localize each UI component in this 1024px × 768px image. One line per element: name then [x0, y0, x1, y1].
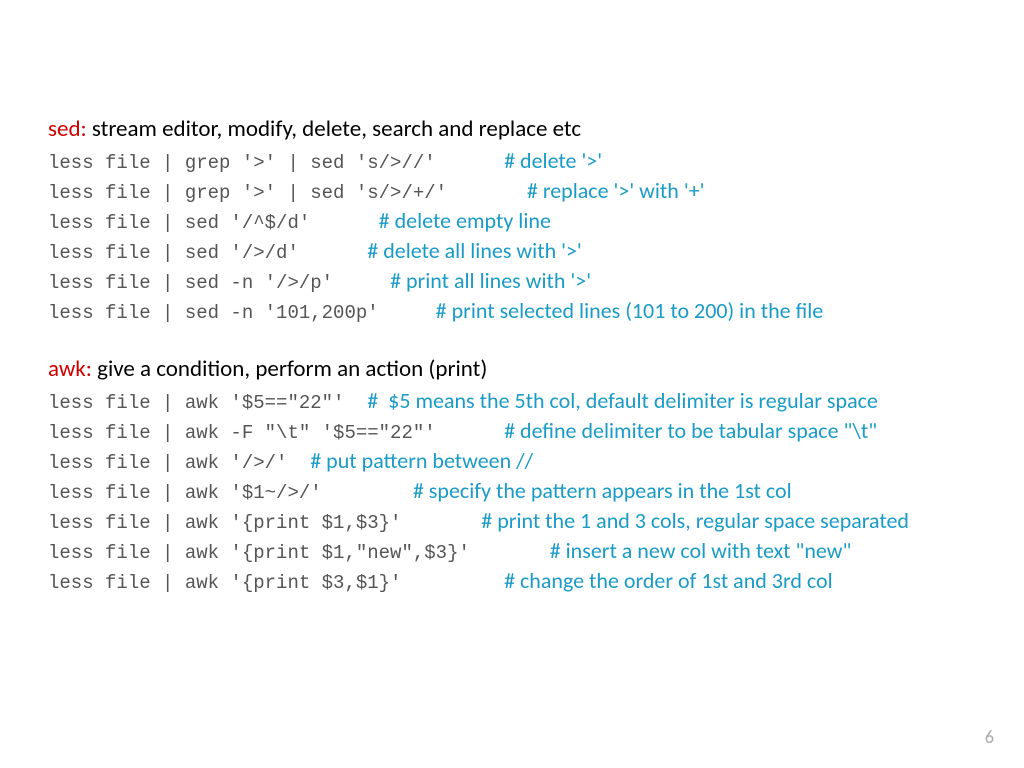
awk-line: less file | awk '$1~/>/' # specify the p…	[48, 477, 976, 504]
awk-comment: # change the order of 1st and 3rd col	[504, 567, 833, 594]
awk-code: less file | awk '$5=="22"'	[48, 392, 367, 414]
sed-code: less file | sed '/>/d'	[48, 242, 367, 264]
sed-code: less file | sed -n '101,200p'	[48, 302, 436, 324]
awk-comment: # define delimiter to be tabular space "…	[504, 417, 877, 444]
awk-comment: # put pattern between //	[310, 447, 533, 474]
sed-code: less file | grep '>' | sed 's/>//'	[48, 152, 504, 174]
sed-comment: # delete empty line	[379, 207, 551, 234]
sed-line: less file | sed '/^$/d' # delete empty l…	[48, 207, 976, 234]
awk-code: less file | awk '{print $3,$1}'	[48, 572, 504, 594]
awk-line: less file | awk '{print $1,$3}' # print …	[48, 507, 976, 534]
sed-comment: # print all lines with '>'	[390, 267, 591, 294]
sed-comment: # replace '>' with '+'	[527, 177, 705, 204]
sed-code: less file | sed -n '/>/p'	[48, 272, 390, 294]
awk-code: less file | awk '{print $1,$3}'	[48, 512, 481, 534]
slide-content: sed: stream editor, modify, delete, sear…	[0, 0, 1024, 594]
sed-heading: sed: stream editor, modify, delete, sear…	[48, 115, 976, 143]
sed-line: less file | sed -n '/>/p' # print all li…	[48, 267, 976, 294]
sed-lines: less file | grep '>' | sed 's/>//' # del…	[48, 147, 976, 324]
sed-code: less file | grep '>' | sed 's/>/+/'	[48, 182, 527, 204]
awk-code: less file | awk -F "\t" '$5=="22"'	[48, 422, 504, 444]
sed-line: less file | grep '>' | sed 's/>//' # del…	[48, 147, 976, 174]
awk-comment: # specify the pattern appears in the 1st…	[413, 477, 792, 504]
awk-heading: awk: give a condition, perform an action…	[48, 355, 976, 383]
awk-code: less file | awk '$1~/>/'	[48, 482, 413, 504]
awk-comment: # insert a new col with text "new"	[550, 537, 852, 564]
sed-line: less file | grep '>' | sed 's/>/+/' # re…	[48, 177, 976, 204]
sed-code: less file | sed '/^$/d'	[48, 212, 379, 234]
awk-line: less file | awk -F "\t" '$5=="22"' # def…	[48, 417, 976, 444]
section-gap	[48, 327, 976, 355]
page-number: 6	[985, 726, 994, 748]
awk-comment: # print the 1 and 3 cols, regular space …	[481, 507, 909, 534]
awk-code: less file | awk '{print $1,"new",$3}'	[48, 542, 550, 564]
awk-line: less file | awk '{print $3,$1}' # change…	[48, 567, 976, 594]
sed-description: stream editor, modify, delete, search an…	[87, 115, 581, 143]
awk-lines: less file | awk '$5=="22"' # $5 means th…	[48, 387, 976, 594]
sed-line: less file | sed -n '101,200p' # print se…	[48, 297, 976, 324]
sed-line: less file | sed '/>/d' # delete all line…	[48, 237, 976, 264]
awk-line: less file | awk '$5=="22"' # $5 means th…	[48, 387, 976, 414]
sed-comment: # delete all lines with '>'	[367, 237, 582, 264]
awk-comment: # $5 means the 5th col, default delimite…	[367, 387, 878, 414]
awk-command-name: awk:	[48, 355, 92, 383]
awk-code: less file | awk '/>/'	[48, 452, 310, 474]
awk-description: give a condition, perform an action (pri…	[92, 355, 487, 383]
sed-comment: # print selected lines (101 to 200) in t…	[436, 297, 824, 324]
sed-comment: # delete '>'	[504, 147, 602, 174]
awk-line: less file | awk '/>/' # put pattern betw…	[48, 447, 976, 474]
sed-command-name: sed:	[48, 115, 87, 143]
awk-line: less file | awk '{print $1,"new",$3}' # …	[48, 537, 976, 564]
